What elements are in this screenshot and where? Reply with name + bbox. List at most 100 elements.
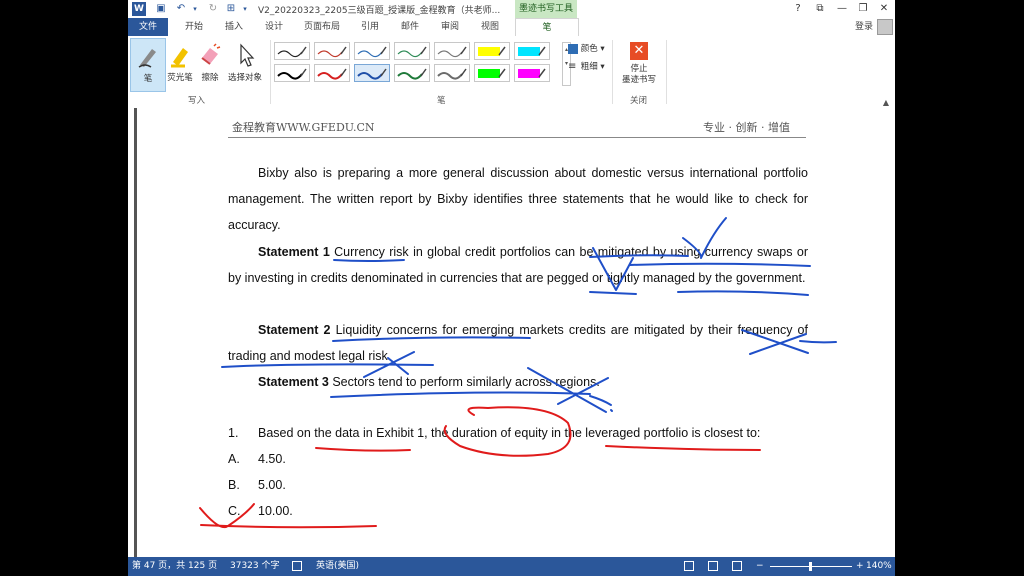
ink-checkmark-1 [682,217,727,259]
document-title: V2_20220323_2205三级百题_授课版_金程教育（共老师... [258,6,501,16]
eraser-icon [201,43,221,65]
pen-swatch[interactable] [434,64,470,82]
page-count[interactable]: 第 47 页，共 125 页 [132,557,217,576]
read-mode-icon[interactable] [684,561,694,571]
web-layout-icon[interactable] [732,561,742,571]
ink-checkmark-option-c [199,503,255,529]
highlighter-tool-label: 荧光笔 [167,73,193,83]
zoom-slider-thumb[interactable] [809,562,812,571]
pen-color-button[interactable]: 颜色 ▾ [568,42,605,54]
tab-mailings[interactable]: 邮件 [392,18,428,36]
pen-swatch[interactable] [514,42,550,60]
group-divider [612,40,613,104]
ribbon-pen: 笔 荧光笔 擦除 选择对象 写入 ▴ ▾ 颜色 ▾ ≡ 粗细 ▾ 笔 ✕ 停止 … [128,36,895,109]
ink-underline-currency-swaps [629,262,811,267]
pen-swatch[interactable] [354,64,390,82]
pen-weight-button[interactable]: ≡ 粗细 ▾ [568,60,605,73]
pen-swatch-icon [317,68,347,80]
tab-pen[interactable]: 笔 [515,18,579,37]
stop-inking-label-2: 墨迹书写 [621,75,656,85]
help-button[interactable]: ? [790,2,806,16]
eraser-tool-button[interactable]: 擦除 [196,38,224,92]
select-cursor-icon [240,43,255,67]
document-page[interactable]: 金程教育WWW.GFEDU.CN 专业 · 创新 · 增值 Bixby also… [128,108,895,557]
ink-underline-currency-risk [333,259,405,262]
pen-icon [138,49,156,68]
tab-page-layout[interactable]: 页面布局 [298,18,346,36]
ink-annotations[interactable] [128,108,895,557]
word-count[interactable]: 37323 个字 [230,557,280,576]
ink-underline-leveraged-portfolio [605,445,761,451]
minimize-button[interactable]: — [834,2,850,16]
tab-home[interactable]: 开始 [176,18,212,36]
pen-swatch[interactable] [514,64,550,82]
pen-swatch[interactable] [474,42,510,60]
word-window: W ▣ ↶ ▾ ↻ ⊞ ▾ V2_20220323_2205三级百题_授课版_金… [128,0,895,576]
select-objects-label: 选择对象 [227,73,262,83]
pen-swatch[interactable] [314,42,350,60]
group-divider [666,40,667,104]
tab-references[interactable]: 引用 [352,18,388,36]
pen-swatch[interactable] [274,64,310,82]
pen-tool-label: 笔 [143,74,153,84]
ink-dot [610,409,613,412]
customize-toolbar-icon[interactable]: ⊞ [224,2,238,16]
ribbon-display-options-button[interactable]: ⧉ [812,2,828,16]
pen-tool-button[interactable]: 笔 [130,38,166,92]
language[interactable]: 英语(美国) [316,557,359,576]
pen-swatch-icon [277,46,307,58]
write-group-label: 写入 [188,96,206,106]
status-bar: 第 47 页，共 125 页 37323 个字 英语(美国) − + 140% [128,557,895,576]
group-divider [270,40,271,104]
highlighter-swatch-icon [518,68,546,78]
highlighter-swatch-icon [478,46,506,56]
ink-checkmark-2 [592,247,634,291]
undo-icon[interactable]: ↶ [174,2,188,16]
ink-cross-regions-1 [527,367,607,413]
redo-icon[interactable]: ↻ [206,2,220,16]
collapse-ribbon-icon[interactable]: ▲ [883,98,889,107]
close-button[interactable]: ✕ [876,2,892,16]
pen-swatch[interactable] [474,64,510,82]
pen-swatch[interactable] [274,42,310,60]
ink-underline-pegged [589,291,637,295]
maximize-button[interactable]: ❐ [855,2,871,16]
pen-swatch[interactable] [314,64,350,82]
avatar[interactable] [877,19,893,35]
tab-view[interactable]: 视图 [472,18,508,36]
tab-design[interactable]: 设计 [256,18,292,36]
tab-review[interactable]: 审阅 [432,18,468,36]
stop-inking-label-1: 停止 [630,64,648,74]
highlighter-icon [171,48,188,68]
zoom-level[interactable]: 140% [866,557,892,576]
ink-underline-frequency [799,340,837,344]
tab-file[interactable]: 文件 [128,18,168,36]
pen-swatch[interactable] [394,42,430,60]
zoom-out-icon[interactable]: − [756,557,764,576]
zoom-in-icon[interactable]: + [856,557,864,576]
ink-underline-tightly-managed [677,290,809,296]
pen-swatch-icon [317,46,347,58]
line-weight-icon: ≡ [568,61,577,72]
highlighter-tool-button[interactable]: 荧光笔 [164,38,196,92]
ink-circle-duration-of-equity [443,406,572,457]
tab-insert[interactable]: 插入 [216,18,252,36]
sign-in-link[interactable]: 登录 [855,18,873,36]
close-group-label: 关闭 [630,96,648,106]
quick-access-dropdown-icon[interactable]: ▾ [238,2,252,16]
ink-underline-trading [221,363,434,368]
ink-underline-sectors [330,391,591,398]
pen-swatch-icon [437,68,467,80]
proofing-icon[interactable] [292,561,302,571]
ink-tools-context-title: 墨迹书写工具 [515,0,577,18]
pen-swatch[interactable] [394,64,430,82]
pen-swatch-icon [277,68,307,80]
undo-dropdown-icon[interactable]: ▾ [188,2,202,16]
select-objects-button[interactable]: 选择对象 [224,38,266,92]
stop-inking-button[interactable]: ✕ 停止 墨迹书写 [618,40,660,92]
ink-underline-using [589,254,689,258]
print-layout-icon[interactable] [708,561,718,571]
pen-swatch[interactable] [354,42,390,60]
save-icon[interactable]: ▣ [154,2,168,16]
pen-swatch[interactable] [434,42,470,60]
